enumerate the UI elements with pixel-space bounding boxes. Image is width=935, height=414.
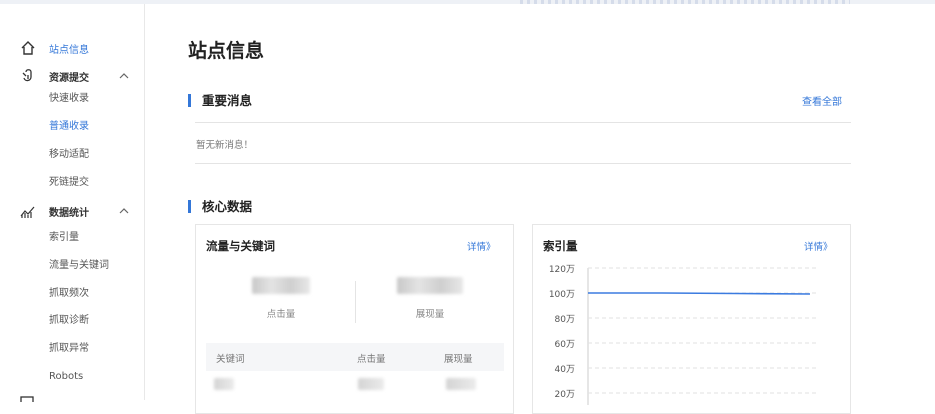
sidebar-item-normal-indexing[interactable]: 普通收录 bbox=[49, 119, 89, 135]
chevron-up-icon[interactable] bbox=[118, 205, 130, 217]
sidebar-item-index-volume[interactable]: 索引量 bbox=[49, 230, 79, 246]
sidebar-item-label: 站点信息 bbox=[49, 44, 89, 56]
view-all-link[interactable]: 查看全部 bbox=[802, 93, 842, 108]
stat-impressions: 展现量 bbox=[365, 277, 495, 320]
blurred-clicks bbox=[358, 378, 384, 390]
important-messages-title: 重要消息 bbox=[188, 94, 252, 107]
sidebar-group-label: 资源提交 bbox=[49, 72, 89, 84]
main-content: 站点信息 重要消息 查看全部 暂无新消息！ 核心数据 流量与关键词 详情》 点击… bbox=[146, 4, 935, 414]
blurred-value bbox=[252, 277, 310, 294]
y-tick-label: 100万 bbox=[548, 290, 575, 300]
empty-message-text: 暂无新消息！ bbox=[196, 140, 254, 151]
chart-icon bbox=[20, 206, 35, 218]
card-title: 流量与关键词 bbox=[206, 239, 275, 253]
keyword-table-header: 关键词 点击量 展现量 bbox=[206, 343, 504, 371]
index-chart bbox=[587, 267, 818, 405]
stat-caption: 点击量 bbox=[266, 309, 296, 320]
home-icon bbox=[21, 41, 35, 55]
y-tick-label: 40万 bbox=[554, 365, 575, 375]
divider bbox=[195, 163, 851, 164]
sidebar-item-robots[interactable]: Robots bbox=[49, 369, 83, 385]
y-tick-label: 20万 bbox=[554, 390, 575, 400]
sidebar: 站点信息 资源提交 快速收录 普通收录 移动适配 死链提交 数据统计 索引量 流… bbox=[0, 4, 145, 402]
traffic-keywords-card: 流量与关键词 详情》 点击量 展现量 关键词 点击量 展现量 bbox=[195, 224, 514, 414]
index-series-line bbox=[588, 292, 811, 295]
stat-clicks: 点击量 bbox=[216, 277, 346, 320]
column-header-keyword: 关键词 bbox=[216, 354, 245, 365]
divider bbox=[195, 122, 851, 123]
sidebar-item-dead-link-submit[interactable]: 死链提交 bbox=[49, 175, 89, 191]
stat-caption: 展现量 bbox=[415, 309, 445, 320]
sidebar-item-crawl-errors[interactable]: 抓取异常 bbox=[49, 341, 89, 357]
stat-divider bbox=[355, 281, 356, 323]
details-link[interactable]: 详情》 bbox=[467, 239, 496, 253]
column-header-clicks: 点击量 bbox=[357, 354, 386, 365]
sidebar-group-resource-submit[interactable]: 资源提交 bbox=[0, 66, 145, 86]
index-volume-card: 索引量 详情》 120万 100万 80万 60万 40万 20万 bbox=[532, 224, 851, 414]
y-tick-label: 120万 bbox=[548, 265, 575, 275]
page-title: 站点信息 bbox=[188, 40, 265, 62]
sidebar-item-site-info[interactable]: 站点信息 bbox=[0, 38, 145, 58]
y-tick-label: 80万 bbox=[554, 315, 575, 325]
sidebar-item-mobile-adaptation[interactable]: 移动适配 bbox=[49, 147, 89, 163]
blurred-keyword bbox=[214, 378, 234, 390]
sidebar-group-data-stats[interactable]: 数据统计 bbox=[0, 201, 145, 221]
sidebar-item-traffic-keywords[interactable]: 流量与关键词 bbox=[49, 258, 109, 274]
sidebar-item-fast-indexing[interactable]: 快速收录 bbox=[49, 91, 89, 107]
blurred-value bbox=[397, 277, 463, 294]
link-icon bbox=[22, 69, 32, 82]
sidebar-item-crawl-frequency[interactable]: 抓取频次 bbox=[49, 286, 89, 302]
blurred-impressions bbox=[446, 378, 476, 390]
chevron-up-icon[interactable] bbox=[118, 70, 130, 82]
sidebar-item-crawl-diagnosis[interactable]: 抓取诊断 bbox=[49, 313, 89, 329]
y-tick-label: 60万 bbox=[554, 340, 575, 350]
core-data-title: 核心数据 bbox=[188, 200, 252, 213]
partial-icon bbox=[20, 396, 34, 402]
sidebar-group-label: 数据统计 bbox=[49, 207, 89, 219]
column-header-impressions: 展现量 bbox=[444, 354, 473, 365]
